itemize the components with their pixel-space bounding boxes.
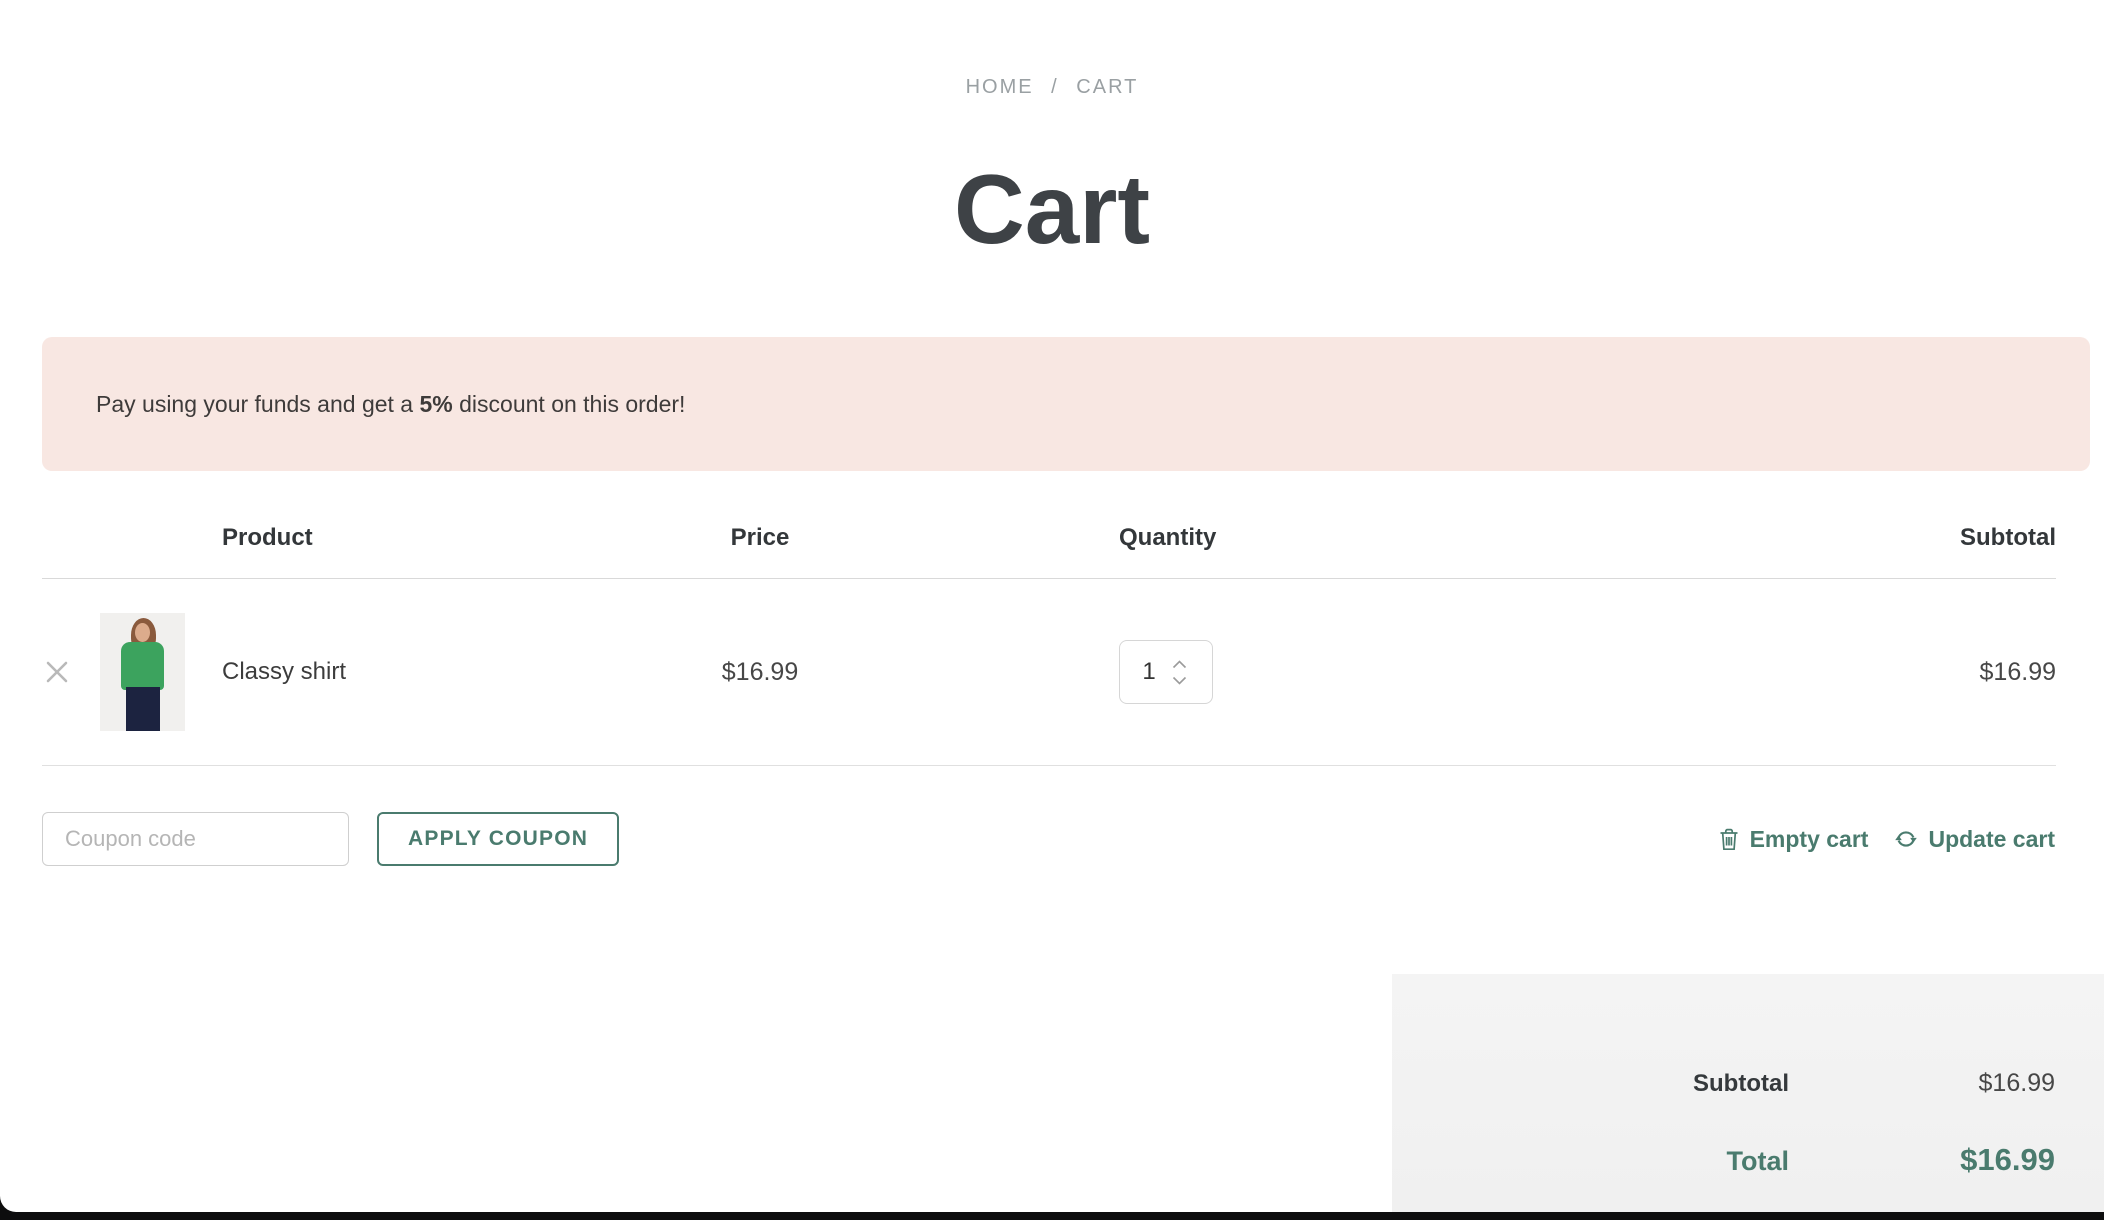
cart-totals-panel: Subtotal $16.99 Total $16.99: [1392, 974, 2104, 1212]
cart-actions: Empty cart Update cart: [1718, 826, 2055, 853]
coupon-bar: APPLY COUPON Empty cart: [42, 812, 2055, 866]
update-cart-link[interactable]: Update cart: [1894, 826, 2055, 853]
subtotal-row: Subtotal $16.99: [1392, 1069, 2055, 1098]
empty-cart-link[interactable]: Empty cart: [1718, 826, 1869, 853]
line-item-subtotal: $16.99: [1259, 658, 2056, 687]
column-header-price: Price: [645, 524, 875, 552]
cart-table-header: Product Price Quantity Subtotal: [42, 512, 2056, 579]
quantity-stepper-buttons: [1172, 660, 1187, 685]
subtotal-value: $16.99: [1789, 1069, 2055, 1098]
chevron-up-icon: [1172, 660, 1187, 669]
coupon-form: APPLY COUPON: [42, 812, 619, 866]
refresh-icon: [1894, 827, 1918, 851]
empty-cart-label: Empty cart: [1750, 826, 1869, 853]
breadcrumb-current: CART: [1076, 76, 1138, 98]
breadcrumb-home-link[interactable]: HOME: [966, 76, 1034, 98]
page-title: Cart: [0, 158, 2104, 261]
discount-notice-text: Pay using your funds and get a 5% discou…: [96, 391, 685, 418]
quantity-increase-button[interactable]: [1172, 660, 1187, 669]
update-cart-label: Update cart: [1928, 826, 2055, 853]
product-image[interactable]: [100, 613, 185, 731]
quantity-stepper[interactable]: [1119, 640, 1213, 704]
subtotal-label: Subtotal: [1693, 1070, 1789, 1098]
total-value: $16.99: [1789, 1142, 2055, 1178]
column-header-quantity: Quantity: [1119, 524, 1259, 552]
cart-table: Product Price Quantity Subtotal Classy s…: [42, 512, 2056, 766]
trash-icon: [1718, 827, 1740, 851]
cart-item-row: Classy shirt $16.99: [42, 579, 2056, 766]
total-label: Total: [1727, 1146, 1790, 1177]
discount-notice-banner: Pay using your funds and get a 5% discou…: [42, 337, 2090, 471]
column-header-subtotal: Subtotal: [1259, 524, 2056, 552]
column-header-product: Product: [222, 524, 645, 552]
product-price: $16.99: [645, 658, 875, 687]
cart-page: HOME / CART Cart Pay using your funds an…: [0, 0, 2104, 1212]
total-row: Total $16.99: [1392, 1142, 2055, 1178]
close-icon: [44, 659, 70, 685]
remove-item-button[interactable]: [42, 659, 100, 685]
quantity-input[interactable]: [1126, 658, 1172, 686]
apply-coupon-button[interactable]: APPLY COUPON: [377, 812, 619, 866]
breadcrumb-separator: /: [1051, 76, 1059, 98]
quantity-decrease-button[interactable]: [1172, 676, 1187, 685]
breadcrumb: HOME / CART: [0, 76, 2104, 99]
coupon-code-input[interactable]: [42, 812, 349, 866]
product-name-link[interactable]: Classy shirt: [222, 658, 645, 686]
quantity-cell: [1119, 640, 1259, 704]
chevron-down-icon: [1172, 676, 1187, 685]
